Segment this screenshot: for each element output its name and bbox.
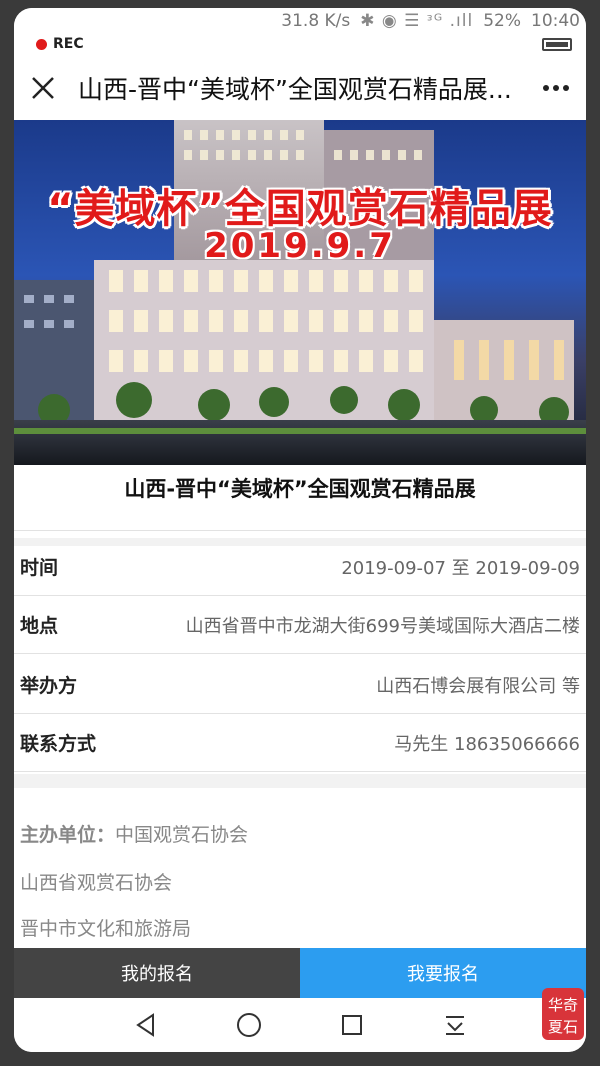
organizer-line: 主办单位：中国观赏石协会 xyxy=(20,820,248,847)
organizer-name: 中国观赏石协会 xyxy=(115,824,249,846)
organizer-line: 山西省观赏石协会 xyxy=(20,872,173,894)
phone-screen: 31.8 K/s ✱ ◉ ☰ ᵌᴳ .ıll 52% 10:40 REC 山西-… xyxy=(14,8,586,1052)
svg-text:夏石: 夏石 xyxy=(548,1018,578,1036)
close-icon xyxy=(32,77,54,99)
system-nav-bar xyxy=(14,998,586,1052)
info-row-contact[interactable]: 联系方式 马先生 18635066666 xyxy=(14,714,586,772)
info-value: 2019-09-07 至 2019-09-09 xyxy=(341,557,580,579)
recording-indicator: REC xyxy=(36,36,84,52)
rec-label: REC xyxy=(53,36,84,52)
recording-indicator-row: REC xyxy=(14,30,586,58)
pulldown-arrow-icon xyxy=(445,1016,464,1035)
info-label: 举办方 xyxy=(20,675,78,697)
record-dot-icon xyxy=(36,38,47,50)
battery-icon xyxy=(542,37,572,51)
more-icon xyxy=(543,85,569,91)
close-button[interactable] xyxy=(26,71,60,105)
info-label: 时间 xyxy=(20,557,59,579)
watermark-logo: 华奇 夏石 huaxiaqishi.com xyxy=(534,986,586,1052)
section-gap xyxy=(14,774,586,788)
recents-nav-button[interactable] xyxy=(332,1005,372,1045)
recents-square-icon xyxy=(341,1015,362,1035)
info-row-location: 地点 山西省晋中市龙湖大街699号美域国际大酒店二楼 xyxy=(14,596,586,654)
svg-text:华奇: 华奇 xyxy=(548,996,578,1014)
home-nav-button[interactable] xyxy=(229,1005,269,1045)
hotel-building-illustration xyxy=(14,120,586,465)
info-value: 山西省晋中市龙湖大街699号美域国际大酒店二楼 xyxy=(185,615,580,637)
banner-date: 2019.9.7 xyxy=(204,226,396,266)
svg-text:huaxiaqishi.com: huaxiaqishi.com xyxy=(540,1043,586,1051)
info-row-time: 时间 2019-09-07 至 2019-09-09 xyxy=(14,538,586,596)
network-speed: 31.8 K/s xyxy=(281,11,351,31)
organizer-line: 晋中市文化和旅游局 xyxy=(20,918,192,940)
divider xyxy=(14,530,586,531)
organizer-label: 主办单位： xyxy=(20,824,116,846)
battery-percent: 52% xyxy=(483,11,521,31)
info-label: 地点 xyxy=(20,615,59,637)
bottom-action-bar: 我的报名 我要报名 xyxy=(14,948,586,998)
title-bar: 山西-晋中“美域杯”全国观赏石精品展... xyxy=(14,60,586,116)
back-nav-button[interactable] xyxy=(126,1005,166,1045)
page-title: 山西-晋中“美域杯”全国观赏石精品展... xyxy=(78,75,512,104)
back-triangle-icon xyxy=(135,1013,154,1037)
clock: 10:40 xyxy=(531,11,580,31)
notification-pulldown-button[interactable] xyxy=(435,1005,475,1045)
home-circle-icon xyxy=(236,1013,261,1037)
more-button[interactable] xyxy=(538,71,574,105)
event-banner-image: “美域杯”全国观赏石精品展 2019.9.7 xyxy=(14,120,586,465)
info-value[interactable]: 马先生 18635066666 xyxy=(394,730,580,756)
info-value: 山西石博会展有限公司 等 xyxy=(376,675,580,697)
info-label: 联系方式 xyxy=(20,733,97,755)
event-title: 山西-晋中“美域杯”全国观赏石精品展 xyxy=(124,477,476,501)
watermark-seal-icon: 华奇 夏石 huaxiaqishi.com xyxy=(534,988,586,1051)
info-row-organizer: 举办方 山西石博会展有限公司 等 xyxy=(14,656,586,714)
status-icons: ✱ ◉ ☰ ᵌᴳ .ıll xyxy=(360,11,474,31)
my-registrations-button[interactable]: 我的报名 xyxy=(14,948,300,998)
